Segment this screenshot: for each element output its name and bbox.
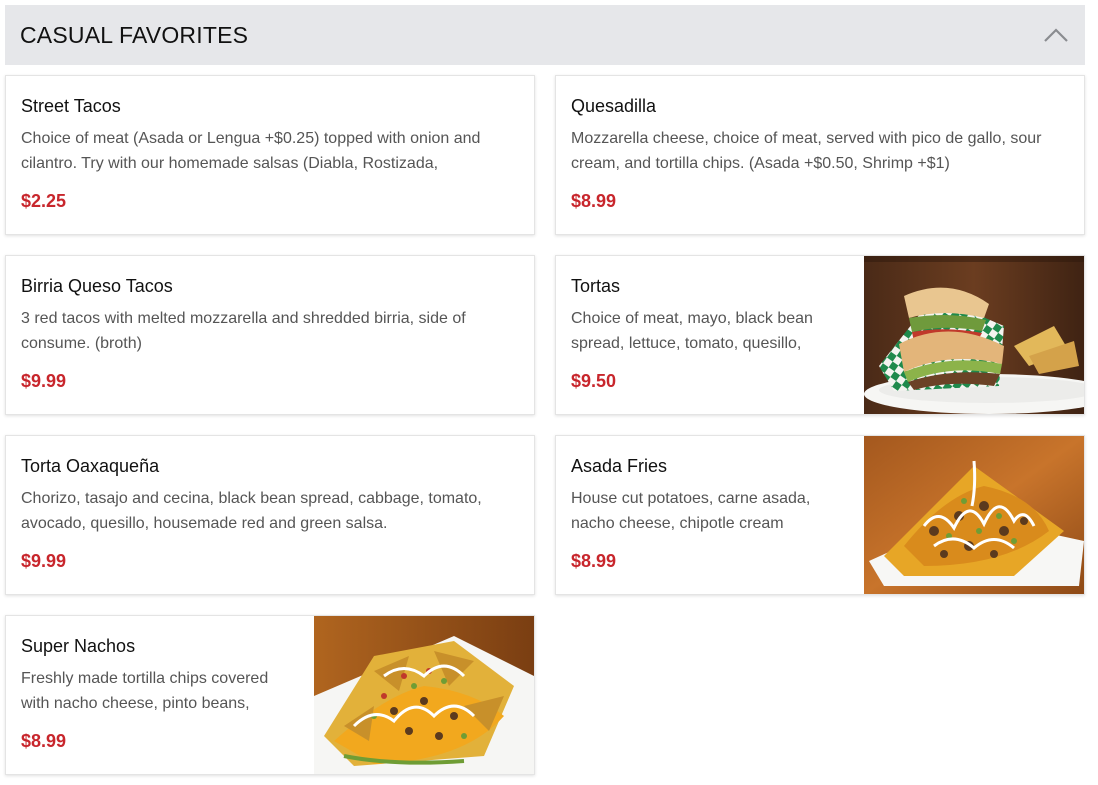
menu-item-card[interactable]: Tortas Choice of meat, mayo, black bean … — [555, 255, 1085, 415]
item-description: 3 red tacos with melted mozzarella and s… — [21, 310, 466, 352]
menu-item-card[interactable]: Birria Queso Tacos 3 red tacos with melt… — [5, 255, 535, 415]
item-price: $9.99 — [21, 371, 67, 391]
chevron-up-icon[interactable] — [1041, 20, 1071, 50]
item-description: Choice of meat, mayo, black bean spread,… — [571, 310, 813, 352]
super-nachos-photo — [314, 616, 534, 774]
item-name: Super Nachos — [21, 636, 136, 656]
menu-item-card[interactable]: Asada Fries House cut potatoes, carne as… — [555, 435, 1085, 595]
item-name: Tortas — [571, 276, 621, 296]
item-description: Choice of meat (Asada or Lengua +$0.25) … — [21, 130, 481, 172]
item-name: Asada Fries — [571, 456, 668, 476]
torta-sandwich-photo — [864, 256, 1084, 414]
item-description: Chorizo, tasajo and cecina, black bean s… — [21, 490, 482, 532]
section-title: CASUAL FAVORITES — [20, 21, 249, 48]
item-price: $8.99 — [571, 191, 617, 211]
item-name: Quesadilla — [571, 96, 657, 116]
item-name: Birria Queso Tacos — [21, 276, 173, 296]
item-description: Freshly made tortilla chips covered with… — [21, 670, 269, 712]
asada-fries-photo — [864, 436, 1084, 594]
item-price: $9.99 — [21, 551, 67, 571]
menu-item-card[interactable]: Torta Oaxaqueña Chorizo, tasajo and ceci… — [5, 435, 535, 595]
section-header-casual-favorites[interactable]: CASUAL FAVORITES — [5, 5, 1085, 65]
item-price: $9.50 — [571, 371, 617, 391]
menu-item-card[interactable]: Quesadilla Mozzarella cheese, choice of … — [555, 75, 1085, 235]
item-price: $8.99 — [571, 551, 617, 571]
item-price: $2.25 — [21, 191, 67, 211]
menu-item-card[interactable]: Super Nachos Freshly made tortilla chips… — [5, 615, 535, 775]
item-description: Mozzarella cheese, choice of meat, serve… — [571, 130, 1042, 172]
item-name: Street Tacos — [21, 96, 121, 116]
item-name: Torta Oaxaqueña — [21, 456, 160, 476]
menu-item-card[interactable]: Street Tacos Choice of meat (Asada or Le… — [5, 75, 535, 235]
item-description: House cut potatoes, carne asada, nacho c… — [571, 490, 811, 532]
item-price: $8.99 — [21, 731, 67, 751]
